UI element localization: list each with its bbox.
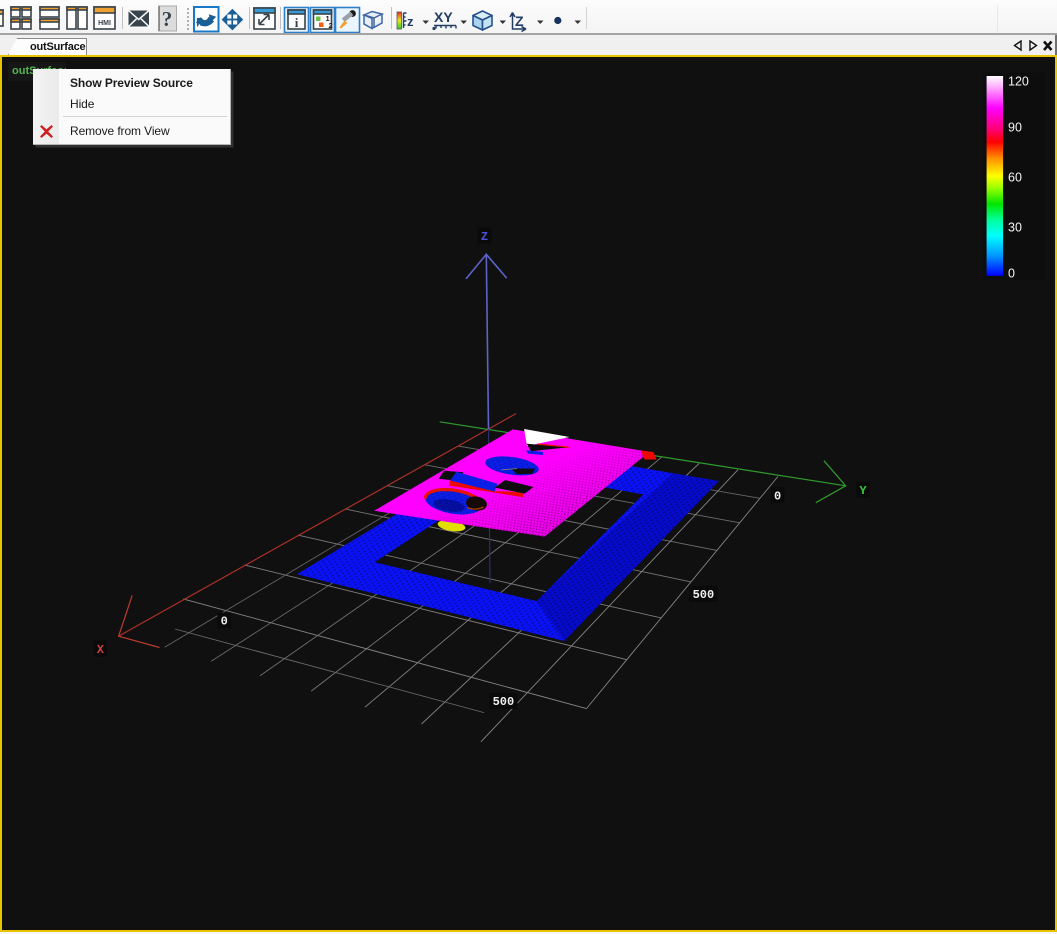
svg-text:90: 90 (1008, 121, 1022, 135)
svg-text:30: 30 (1008, 221, 1022, 235)
svg-text:60: 60 (1008, 171, 1022, 185)
svg-text:0: 0 (1008, 266, 1015, 280)
svg-text:X: X (97, 643, 105, 657)
svg-text:i: i (295, 15, 299, 30)
svg-text:120: 120 (1008, 75, 1029, 89)
svg-text:XY: XY (434, 9, 453, 25)
svg-text:Z: Z (515, 13, 524, 29)
svg-text:Y: Y (859, 484, 867, 498)
svg-text:Z: Z (481, 230, 488, 244)
svg-text:0: 0 (774, 490, 781, 504)
svg-text:2: 2 (329, 21, 333, 30)
svg-text:?: ? (162, 7, 173, 31)
svg-text:HMI: HMI (98, 20, 111, 27)
svg-text:0: 0 (221, 615, 228, 629)
svg-text:500: 500 (693, 588, 715, 602)
svg-text:z: z (407, 14, 414, 29)
svg-text:500: 500 (493, 695, 515, 709)
